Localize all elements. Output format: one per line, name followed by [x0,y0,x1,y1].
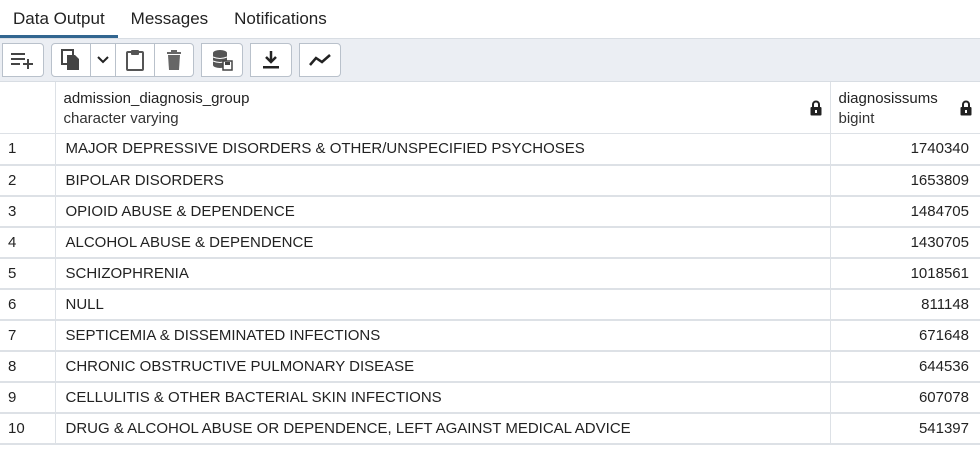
row-number-header [0,82,56,134]
column-name: diagnosissums [838,90,938,107]
row-number: 1 [0,133,56,166]
graph-visualiser-button[interactable] [299,43,341,77]
table-row[interactable]: 3 OPIOID ABUSE & DEPENDENCE 1484705 [0,195,980,228]
table-row[interactable]: 4 ALCOHOL ABUSE & DEPENDENCE 1430705 [0,226,980,259]
column-header-diagnosissums[interactable]: diagnosissums bigint [830,82,980,134]
cell-diagnosissums[interactable]: 1484705 [830,195,980,228]
lock-icon [960,100,972,120]
row-number: 6 [0,288,56,321]
table-row[interactable]: 2 BIPOLAR DISORDERS 1653809 [0,164,980,197]
tab-messages[interactable]: Messages [118,2,221,38]
copy-icon [60,48,82,72]
copy-options-dropdown[interactable] [90,43,116,77]
cell-diagnosissums[interactable]: 671648 [830,319,980,352]
save-data-button[interactable] [201,43,243,77]
table-row[interactable]: 8 CHRONIC OBSTRUCTIVE PULMONARY DISEASE … [0,350,980,383]
row-number: 9 [0,381,56,414]
cell-admission-diagnosis-group[interactable]: NULL [55,288,831,321]
table-row[interactable]: 1 MAJOR DEPRESSIVE DISORDERS & OTHER/UNS… [0,133,980,166]
paste-icon [125,48,145,72]
table-row[interactable]: 7 SEPTICEMIA & DISSEMINATED INFECTIONS 6… [0,319,980,352]
row-number: 4 [0,226,56,259]
download-icon [261,49,281,71]
row-number: 2 [0,164,56,197]
row-number: 3 [0,195,56,228]
cell-diagnosissums[interactable]: 607078 [830,381,980,414]
cell-admission-diagnosis-group[interactable]: CHRONIC OBSTRUCTIVE PULMONARY DISEASE [55,350,831,383]
cell-admission-diagnosis-group[interactable]: CELLULITIS & OTHER BACTERIAL SKIN INFECT… [55,381,831,414]
cell-diagnosissums[interactable]: 1653809 [830,164,980,197]
row-number: 5 [0,257,56,290]
row-number: 7 [0,319,56,352]
table-row[interactable]: 5 SCHIZOPHRENIA 1018561 [0,257,980,290]
cell-diagnosissums[interactable]: 811148 [830,288,980,321]
cell-diagnosissums[interactable]: 1018561 [830,257,980,290]
table-row[interactable]: 9 CELLULITIS & OTHER BACTERIAL SKIN INFE… [0,381,980,414]
lock-icon [810,100,822,120]
tab-notifications[interactable]: Notifications [221,2,340,38]
graph-icon [308,52,332,68]
cell-diagnosissums[interactable]: 644536 [830,350,980,383]
column-header-admission-diagnosis-group[interactable]: admission_diagnosis_group character vary… [55,82,831,134]
cell-admission-diagnosis-group[interactable]: OPIOID ABUSE & DEPENDENCE [55,195,831,228]
cell-admission-diagnosis-group[interactable]: DRUG & ALCOHOL ABUSE OR DEPENDENCE, LEFT… [55,412,831,445]
row-number: 8 [0,350,56,383]
add-row-button[interactable] [2,43,44,77]
save-data-icon [211,48,233,72]
add-row-icon [10,50,36,70]
result-tabs: Data Output Messages Notifications [0,0,980,39]
header-row: admission_diagnosis_group character vary… [0,82,980,134]
table-row[interactable]: 6 NULL 811148 [0,288,980,321]
cell-admission-diagnosis-group[interactable]: MAJOR DEPRESSIVE DISORDERS & OTHER/UNSPE… [55,133,831,166]
copy-button[interactable] [51,43,91,77]
results-toolbar [0,39,980,82]
data-grid: admission_diagnosis_group character vary… [0,82,980,445]
cell-admission-diagnosis-group[interactable]: SEPTICEMIA & DISSEMINATED INFECTIONS [55,319,831,352]
cell-diagnosissums[interactable]: 1430705 [830,226,980,259]
tab-data-output[interactable]: Data Output [0,2,118,38]
delete-button[interactable] [154,43,194,77]
cell-admission-diagnosis-group[interactable]: ALCOHOL ABUSE & DEPENDENCE [55,226,831,259]
column-name: admission_diagnosis_group [63,90,250,107]
delete-icon [165,49,183,71]
chevron-down-icon [96,55,110,65]
download-button[interactable] [250,43,292,77]
table-row[interactable]: 10 DRUG & ALCOHOL ABUSE OR DEPENDENCE, L… [0,412,980,445]
cell-admission-diagnosis-group[interactable]: BIPOLAR DISORDERS [55,164,831,197]
cell-diagnosissums[interactable]: 1740340 [830,133,980,166]
column-type: character varying [63,110,179,127]
cell-diagnosissums[interactable]: 541397 [830,412,980,445]
column-type: bigint [838,110,875,127]
paste-button[interactable] [115,43,155,77]
cell-admission-diagnosis-group[interactable]: SCHIZOPHRENIA [55,257,831,290]
row-number: 10 [0,412,56,445]
